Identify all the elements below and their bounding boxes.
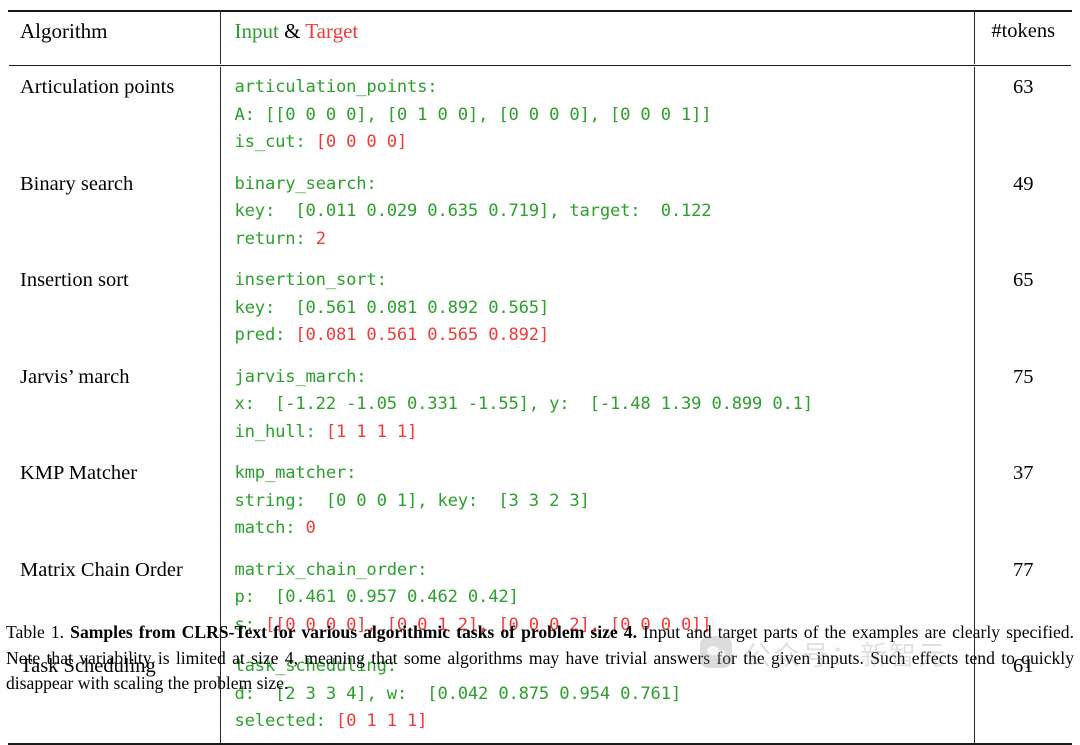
code-line: pred: [0.081 0.561 0.565 0.892] <box>235 322 968 350</box>
cell-tokens: 75 <box>973 356 1072 453</box>
token-count: 77 <box>1013 558 1034 581</box>
code-line: key: [0.561 0.081 0.892 0.565] <box>235 295 968 323</box>
code-block: binary_search: key: [0.011 0.029 0.635 0.… <box>235 171 968 254</box>
header-label-target: Target <box>305 19 359 43</box>
code-line: binary_search: <box>235 171 968 199</box>
cell-input-target: binary_search: key: [0.011 0.029 0.635 0.… <box>219 163 974 260</box>
code-input-text: articulation_points: <box>234 77 438 97</box>
code-target-text: 0 <box>305 518 316 538</box>
cell-input-target: insertion_sort: key: [0.561 0.081 0.892 0… <box>219 260 974 357</box>
code-line: p: [0.461 0.957 0.462 0.42] <box>235 584 968 612</box>
token-count: 63 <box>1013 76 1034 98</box>
rule-cell <box>8 742 1072 745</box>
code-input-text: string: [0 0 0 1], key: [3 3 2 3] <box>234 490 590 511</box>
code-input-text: jarvis_march: <box>234 366 367 387</box>
code-block: kmp_matcher: string: [0 0 0 1], key: [3 3… <box>235 460 968 543</box>
code-input-text: kmp_matcher: <box>234 463 357 483</box>
code-input-text: x: [-1.22 -1.05 0.331 -1.55], y: [-1.48 … <box>234 394 814 414</box>
code-line: match: 0 <box>235 515 968 543</box>
algorithm-name: Matrix Chain Order <box>20 558 183 581</box>
caption-label: Table 1. <box>6 622 71 642</box>
code-target-text: [0 0 0 0] <box>315 132 408 152</box>
code-block: articulation_points: A: [[0 0 0 0], [0 1 … <box>235 74 968 157</box>
code-input-text: pred: <box>234 325 296 345</box>
token-count: 49 <box>1013 172 1034 195</box>
code-input-text: selected: <box>234 711 336 731</box>
token-count: 75 <box>1013 365 1034 388</box>
cell-algorithm: Articulation points <box>8 67 220 164</box>
cell-input-target: kmp_matcher: string: [0 0 0 1], key: [3 3… <box>219 453 974 550</box>
table-bottom-rule <box>8 742 1072 745</box>
header-cell-input-target: Input & Target <box>219 12 974 64</box>
code-line: articulation_points: <box>235 74 968 102</box>
cell-tokens: 49 <box>973 163 1072 260</box>
code-target-text: [0 1 1 1] <box>335 711 428 731</box>
header-label-input: Input <box>234 19 279 43</box>
code-input-text: is_cut: <box>234 132 316 152</box>
code-input-text: matrix_chain_order: <box>234 559 428 580</box>
table-row: Insertion sort insertion_sort: key: [0.561… <box>8 260 1072 357</box>
cell-tokens: 37 <box>973 453 1072 550</box>
code-input-text: match: <box>234 518 306 538</box>
code-input-text: key: [0.561 0.081 0.892 0.565] <box>234 297 550 318</box>
cell-algorithm: Binary search <box>8 164 220 261</box>
figure-caption: Table 1. Samples from CLRS-Text for vari… <box>6 620 1074 697</box>
header-cell-tokens: #tokens <box>973 12 1072 64</box>
code-target-text: [0.081 0.561 0.565 0.892] <box>295 325 550 345</box>
code-line: matrix_chain_order: <box>235 557 968 585</box>
code-line: A: [[0 0 0 0], [0 1 0 0], [0 0 0 0], [0 … <box>235 102 968 130</box>
code-input-text: binary_search: <box>234 173 377 194</box>
code-line: in_hull: [1 1 1 1] <box>235 419 968 447</box>
code-line: kmp_matcher: <box>235 460 968 488</box>
code-line: selected: [0 1 1 1] <box>235 708 968 736</box>
code-input-text: in_hull: <box>234 421 326 442</box>
cell-algorithm: Insertion sort <box>8 260 220 357</box>
code-target-text: [1 1 1 1] <box>325 421 418 442</box>
code-block: insertion_sort: key: [0.561 0.081 0.892 0… <box>235 267 968 350</box>
cell-input-target: jarvis_march: x: [-1.22 -1.05 0.331 -1.55… <box>219 356 974 453</box>
cell-algorithm: Jarvis’ march <box>8 357 220 454</box>
code-line: jarvis_march: <box>235 364 968 392</box>
cell-tokens: 65 <box>973 260 1072 357</box>
algorithm-name: Insertion sort <box>20 269 129 291</box>
header-cell-algorithm: Algorithm <box>8 12 220 64</box>
header-label-ampersand: & <box>278 19 306 43</box>
code-line: key: [0.011 0.029 0.635 0.719], target: … <box>235 198 968 226</box>
caption-bold: Samples from CLRS-Text for various algor… <box>70 622 637 642</box>
header-label-tokens: #tokens <box>991 20 1056 42</box>
algorithm-name: Articulation points <box>20 76 175 98</box>
algorithm-name: Binary search <box>20 172 134 195</box>
paper-figure-page: 公众号：新智元 Algorithm Input & Target #tokens… <box>0 0 1080 745</box>
cell-input-target: articulation_points: A: [[0 0 0 0], [0 1 … <box>219 67 974 164</box>
code-line: insertion_sort: <box>235 267 968 295</box>
table-header-row: Algorithm Input & Target #tokens <box>8 12 1072 64</box>
algorithm-name: KMP Matcher <box>20 462 138 484</box>
cell-algorithm: KMP Matcher <box>8 453 220 550</box>
code-input-text: p: [0.461 0.957 0.462 0.42] <box>234 587 519 607</box>
code-line: x: [-1.22 -1.05 0.331 -1.55], y: [-1.48 … <box>235 391 968 419</box>
table-row: Articulation points articulation_points: A… <box>8 67 1072 164</box>
code-input-text: key: [0.011 0.029 0.635 0.719], target: … <box>234 201 712 221</box>
code-target-text: 2 <box>315 228 326 249</box>
header-label-algorithm: Algorithm <box>20 19 108 43</box>
table-row: Jarvis’ march jarvis_march: x: [-1.22 -1.0… <box>8 356 1072 454</box>
token-count: 65 <box>1013 269 1034 291</box>
table-row: Binary search binary_search: key: [0.011 0… <box>8 163 1072 261</box>
token-count: 37 <box>1013 462 1034 484</box>
table-row: KMP Matcher kmp_matcher: string: [0 0 0 1]… <box>8 453 1072 550</box>
header-label-input-target: Input & Target <box>235 18 968 44</box>
code-line: is_cut: [0 0 0 0] <box>235 129 968 157</box>
cell-tokens: 63 <box>973 67 1072 164</box>
code-line: return: 2 <box>235 226 968 254</box>
code-input-text: A: [[0 0 0 0], [0 1 0 0], [0 0 0 0], [0 … <box>234 104 712 125</box>
code-input-text: return: <box>234 228 316 249</box>
code-line: string: [0 0 0 1], key: [3 3 2 3] <box>235 488 968 516</box>
code-block: jarvis_march: x: [-1.22 -1.05 0.331 -1.55… <box>235 364 968 447</box>
code-input-text: insertion_sort: <box>234 270 387 290</box>
algorithm-name: Jarvis’ march <box>20 365 130 388</box>
